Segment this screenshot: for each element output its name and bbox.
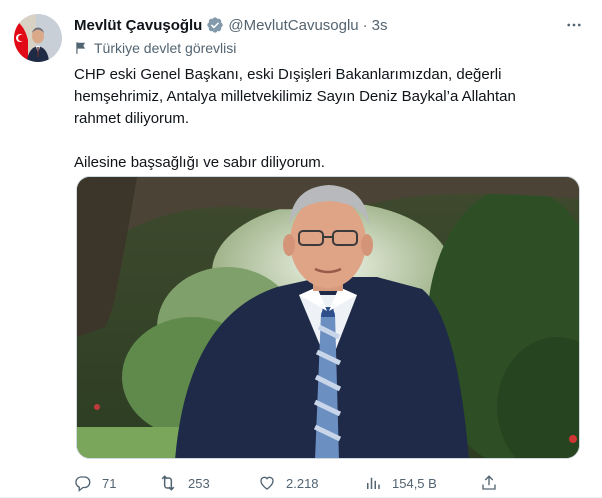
tweet-text-line: hemşehrimiz, Antalya milletvekilimiz Say… [74,88,516,105]
retweet-icon [161,475,175,491]
tweet-actions: 71 253 2.218 154,5 B [74,472,504,494]
author-handle[interactable]: @MevlutCavusoglu [228,17,358,34]
portrait-photo [77,177,579,458]
flag-icon [74,41,88,55]
share-button[interactable] [480,472,498,494]
avatar-photo [14,14,62,62]
retweet-count: 253 [188,475,210,491]
share-icon [482,475,496,490]
author-avatar[interactable] [14,14,62,62]
reply-button[interactable]: 71 [74,472,116,494]
tweet-media-photo[interactable] [76,176,580,459]
tweet-timestamp[interactable]: 3s [372,17,388,34]
verified-badge-icon[interactable] [206,16,224,34]
tweet-card[interactable]: Mevlüt Çavuşoğlu @MevlutCavusoglu · 3s T… [0,0,602,498]
affiliation-label: Türkiye devlet görevlisi [74,38,236,58]
tweet-text-line: CHP eski Genel Başkanı, eski Dışişleri B… [74,66,502,83]
heart-icon [260,476,274,490]
author-name[interactable]: Mevlüt Çavuşoğlu [74,17,202,34]
retweet-button[interactable]: 253 [158,472,210,494]
views-chart-icon [367,477,380,489]
views-button[interactable]: 154,5 B [364,472,437,494]
more-options-icon[interactable] [562,14,586,36]
tweet-text-line: Ailesine başsağlığı ve sabır diliyorum. [74,154,325,171]
affiliation-text: Türkiye devlet görevlisi [94,40,237,56]
separator-dot: · [362,16,368,34]
tweet-text: CHP eski Genel Başkanı, eski Dışişleri B… [74,64,574,174]
tweet-text-line: rahmet diliyorum. [74,110,190,127]
like-button[interactable]: 2.218 [258,472,319,494]
like-count: 2.218 [286,475,319,491]
tweet-header: Mevlüt Çavuşoğlu @MevlutCavusoglu · 3s [74,14,586,36]
views-count: 154,5 B [392,475,437,491]
reply-count: 71 [102,475,117,491]
reply-icon [75,476,91,492]
